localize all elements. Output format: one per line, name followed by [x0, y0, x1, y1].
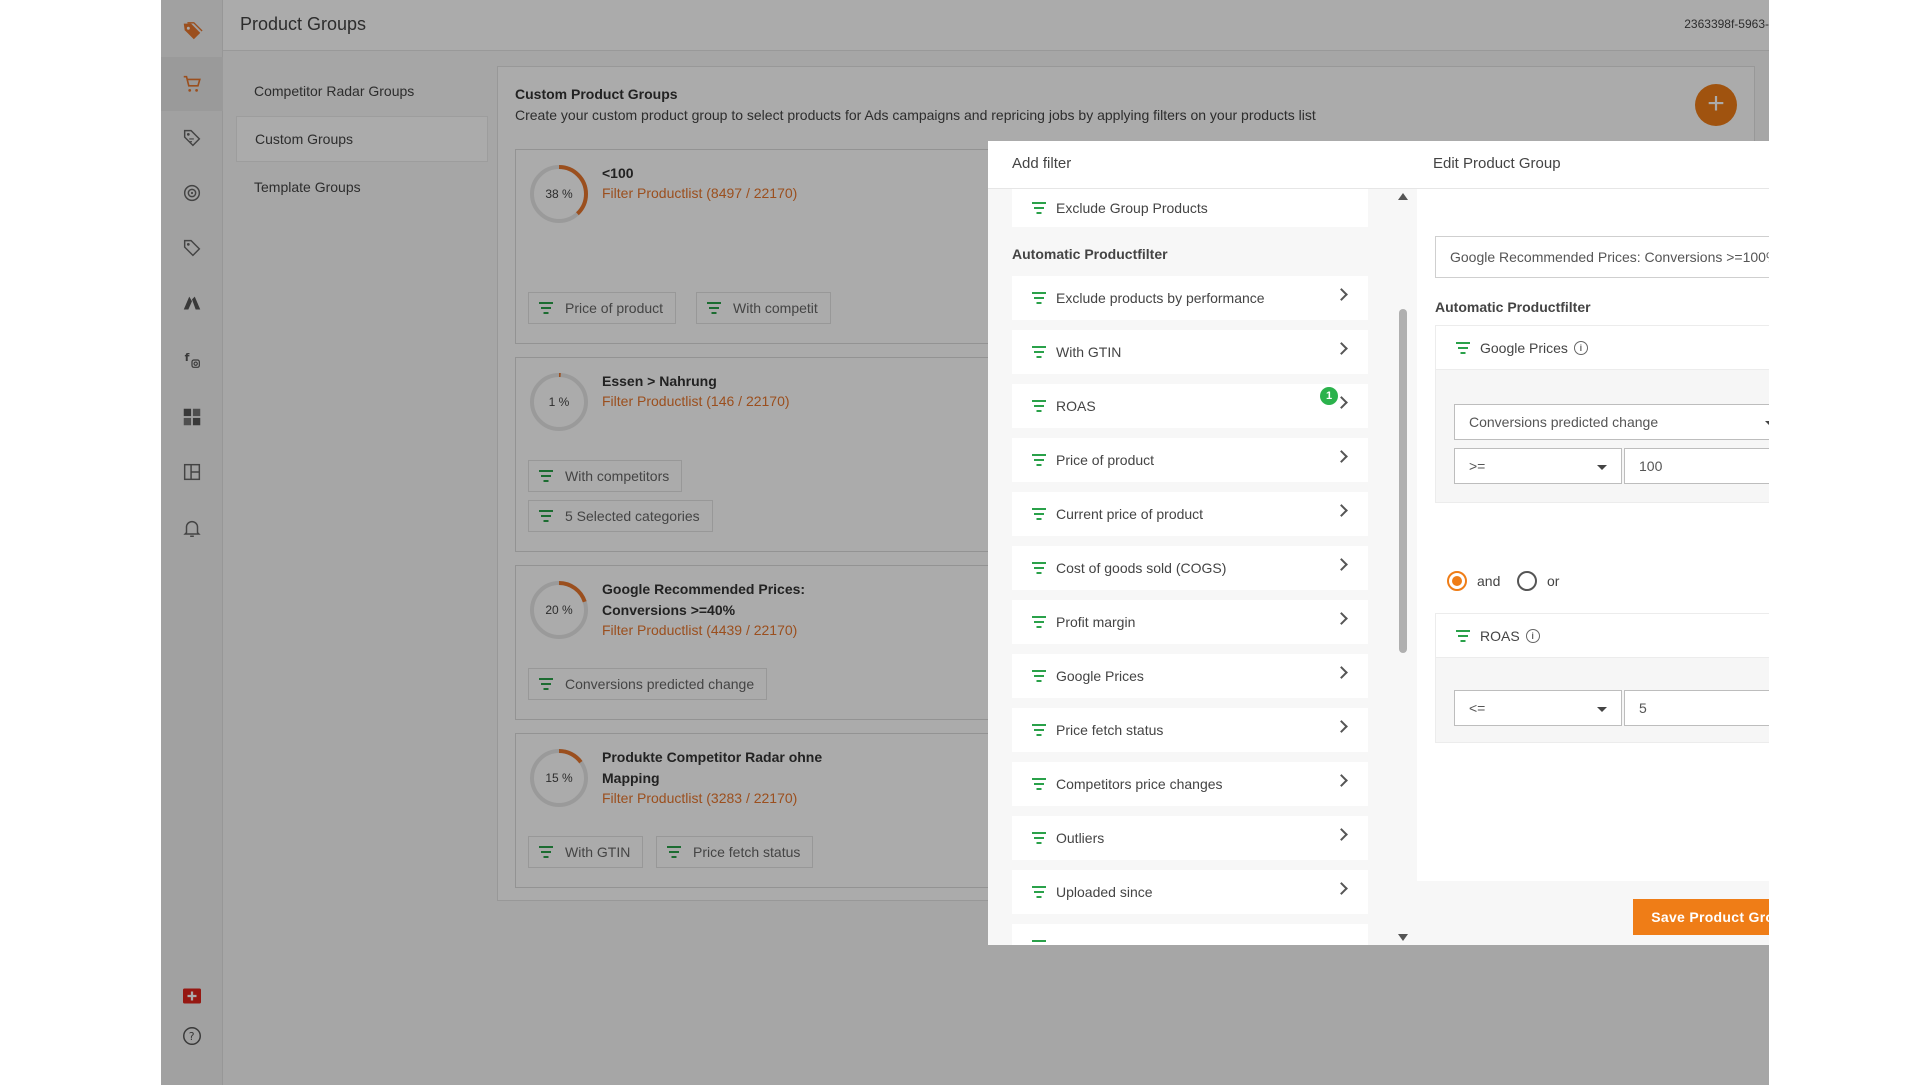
filter-option[interactable]: Google Prices — [1012, 654, 1368, 698]
filter-list: Exclude Group Products Automatic Product… — [1012, 189, 1368, 945]
chevron-right-icon — [1335, 450, 1348, 463]
chevron-right-icon — [1335, 288, 1348, 301]
filter-icon — [1032, 616, 1046, 628]
filter-icon — [1456, 341, 1470, 354]
filter-icon — [1032, 778, 1046, 790]
filter-icon — [1032, 670, 1046, 682]
dropdown-caret-icon — [1765, 421, 1769, 426]
filter-option[interactable]: Current price of product — [1012, 492, 1368, 536]
filter-block-header: Google Prices i — [1436, 326, 1769, 370]
app-window: f ? Product Groups 2363398f-5963- Compet… — [161, 0, 1769, 1085]
filter-option[interactable]: Competitors price changes — [1012, 762, 1368, 806]
filter-icon — [1032, 292, 1046, 304]
chevron-right-icon — [1335, 828, 1348, 841]
filter-option[interactable]: Profit margin — [1012, 600, 1368, 644]
scroll-up-arrow-icon[interactable] — [1398, 193, 1408, 200]
filter-icon — [1032, 454, 1046, 466]
filter-option[interactable]: With GTIN — [1012, 330, 1368, 374]
chevron-right-icon — [1335, 558, 1348, 571]
value-input[interactable]: 5 — [1624, 690, 1769, 726]
filter-icon — [1032, 346, 1046, 358]
filter-option[interactable]: Price of product — [1012, 438, 1368, 482]
edit-group-pane: Edit Product Group Google Recommended Pr… — [1411, 141, 1769, 945]
and-label: and — [1477, 573, 1501, 589]
group-name-input[interactable]: Google Recommended Prices: Conversions >… — [1435, 236, 1769, 278]
and-radio[interactable] — [1447, 571, 1467, 591]
edit-group-body: Google Recommended Prices: Conversions >… — [1417, 189, 1769, 881]
value-input[interactable]: 100 — [1624, 448, 1769, 484]
filter-option[interactable]: Cost of goods sold (COGS) — [1012, 546, 1368, 590]
field-select[interactable]: Conversions predicted change — [1454, 404, 1769, 440]
or-label: or — [1547, 573, 1560, 589]
filter-icon — [1032, 724, 1046, 736]
or-radio[interactable] — [1517, 571, 1537, 591]
section-label: Automatic Productfilter — [1435, 299, 1591, 315]
operator-select[interactable]: >= — [1454, 448, 1622, 484]
chevron-right-icon — [1335, 774, 1348, 787]
info-icon[interactable]: i — [1573, 340, 1588, 355]
filter-block-header: ROAS i — [1436, 614, 1769, 658]
chevron-right-icon — [1335, 720, 1348, 733]
filter-option[interactable]: Price fetch status — [1012, 708, 1368, 752]
filter-option[interactable]: ROAS 1 — [1012, 384, 1368, 428]
filter-icon — [1032, 508, 1046, 520]
add-filter-pane: Add filter Exclude Group Products Automa… — [988, 141, 1411, 945]
filter-option[interactable]: Uploaded since — [1012, 870, 1368, 914]
filter-block-roas: ROAS i <= 5 — [1435, 613, 1769, 743]
operator-select[interactable]: <= — [1454, 690, 1622, 726]
dropdown-caret-icon — [1597, 707, 1607, 712]
edit-group-modal: Add filter Exclude Group Products Automa… — [988, 141, 1769, 945]
chevron-right-icon — [1335, 504, 1348, 517]
filter-icon — [1032, 400, 1046, 412]
filter-icon — [1456, 629, 1470, 642]
add-filter-title: Add filter — [1012, 155, 1072, 172]
filter-option-partial[interactable] — [1012, 924, 1368, 945]
filter-option[interactable]: Outliers — [1012, 816, 1368, 860]
edit-group-title: Edit Product Group — [1433, 155, 1561, 172]
chevron-right-icon — [1335, 666, 1348, 679]
filter-icon — [1032, 832, 1046, 844]
section-label: Automatic Productfilter — [1012, 246, 1168, 262]
filter-option-exclude-group-products[interactable]: Exclude Group Products — [1012, 189, 1368, 227]
filter-icon — [1032, 940, 1046, 945]
scroll-down-arrow-icon[interactable] — [1398, 934, 1408, 941]
add-filter-header: Add filter — [988, 141, 1411, 189]
dropdown-caret-icon — [1597, 465, 1607, 470]
filter-list-scrollbar[interactable] — [1396, 189, 1410, 945]
filter-option[interactable]: Exclude products by performance — [1012, 276, 1368, 320]
scroll-thumb[interactable] — [1399, 309, 1407, 653]
chevron-right-icon — [1335, 342, 1348, 355]
chevron-right-icon — [1335, 882, 1348, 895]
edit-group-header: Edit Product Group — [1411, 141, 1769, 189]
filter-block-google-prices: Google Prices i Conversions predicted ch… — [1435, 325, 1769, 503]
chevron-right-icon — [1335, 612, 1348, 625]
filter-icon — [1032, 202, 1046, 214]
save-product-group-button[interactable]: Save Product Group — [1633, 899, 1769, 935]
filter-icon — [1032, 562, 1046, 574]
info-icon[interactable]: i — [1525, 628, 1540, 643]
filter-icon — [1032, 886, 1046, 898]
logic-selector: and or — [1435, 567, 1769, 595]
